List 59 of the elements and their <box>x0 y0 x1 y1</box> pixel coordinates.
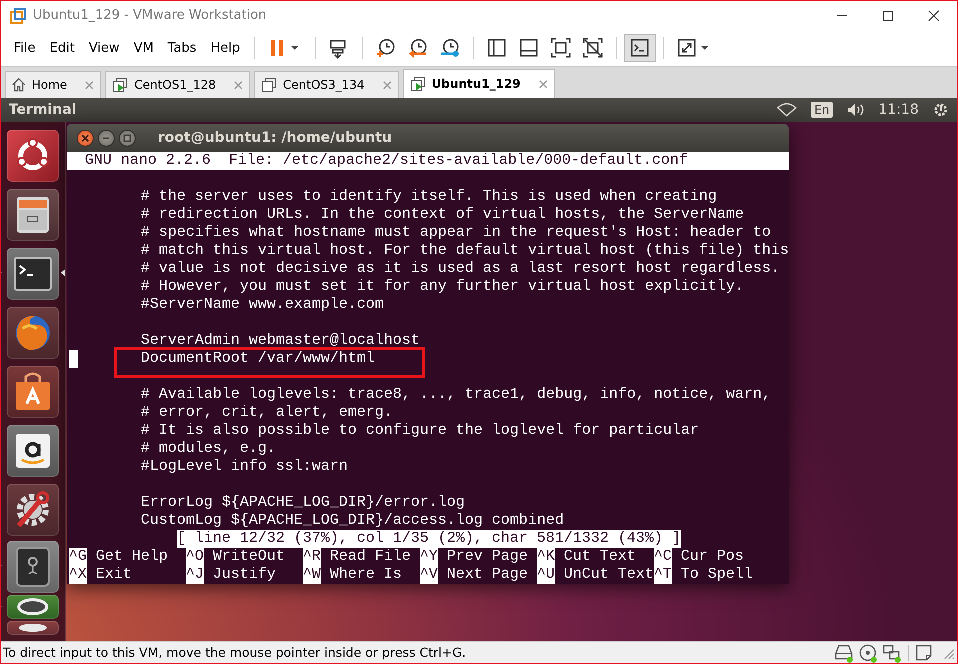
code-line: # redirection URLs. In the context of virtual hosts, the ServerName <box>141 206 744 224</box>
menu-item[interactable]: Edit <box>42 40 82 56</box>
shortcut-key: ^J <box>186 566 204 584</box>
window-title: Ubuntu1_129 - VMware Workstation <box>33 8 268 23</box>
shortcut-label: WriteOut <box>212 548 286 566</box>
code-line: # match this virtual host. For the default virtual host (this file) this <box>141 242 789 260</box>
code-line: ServerAdmin webmaster@localhost <box>141 332 420 350</box>
menu-item[interactable]: VM <box>126 40 161 56</box>
shortcut-key: ^Y <box>420 548 438 566</box>
shortcut-label: Cur Pos <box>680 548 744 566</box>
shortcut-key: ^X <box>69 566 88 584</box>
code-line: #ServerName www.example.com <box>141 296 384 314</box>
status-message: [ line 12/32 (37%), col 1/35 (2%), char 581/1332 (43%) ] <box>176 530 682 548</box>
editor-version: GNU nano 2.2.6 <box>85 152 212 170</box>
shortcut-key: ^V <box>420 566 438 584</box>
shortcut-label: Get Help <box>95 548 168 566</box>
shortcut-label: Justify <box>212 566 276 584</box>
shortcut-key: ^W <box>303 566 322 584</box>
shortcut-label: UnCut Text <box>563 566 654 584</box>
vm-tab[interactable]: Home <box>5 71 102 98</box>
shortcut-label: Next Page <box>446 566 528 584</box>
app-title: Terminal <box>9 102 78 118</box>
shortcut-label: Read File <box>329 548 412 566</box>
shortcut-key: ^O <box>186 548 204 566</box>
clock[interactable]: 11:18 <box>878 102 919 118</box>
menu-item[interactable]: View <box>82 40 127 56</box>
file-path: File: /etc/apache2/sites-available/000-default.conf <box>229 152 688 170</box>
code-line: # the server uses to identify itself. This is used when creating <box>141 188 718 206</box>
menu-item[interactable]: Help <box>204 40 248 56</box>
shortcut-label: Prev Page <box>446 548 528 566</box>
shortcut-label: Where Is <box>329 566 402 584</box>
code-line: # value is not decisive as it is used as a last resort host regardless. <box>141 260 780 278</box>
terminal-title: root@ubuntu1: /home/ubuntu <box>158 130 392 146</box>
shortcut-label: Cut Text <box>563 548 636 566</box>
vm-tab[interactable]: Ubuntu1_129 <box>402 69 555 98</box>
shortcut-label: Exit <box>95 566 132 584</box>
vm-tab[interactable]: CentOS1_128 <box>105 71 250 98</box>
shortcut-key: ^K <box>537 548 556 566</box>
code-line: ErrorLog ${APACHE_LOG_DIR}/error.log <box>141 494 466 512</box>
shortcut-key: ^G <box>69 548 88 566</box>
menu-item[interactable]: Tabs <box>160 40 204 56</box>
shortcut-label: To Spell <box>680 566 754 584</box>
code-line: # modules, e.g. <box>141 440 276 458</box>
code-line: # error, crit, alert, emerg. <box>141 404 394 422</box>
code-line: DocumentRoot /var/www/html <box>141 350 376 368</box>
code-line: # However, you must set it for any further virtual host explicitly. <box>141 278 744 296</box>
shortcut-key: ^R <box>303 548 322 566</box>
keyboard-layout-indicator[interactable]: En <box>811 102 833 118</box>
code-line: # It is also possible to configure the loglevel for particular <box>141 422 700 440</box>
status-message: To direct input to this VM, move the mouse pointer inside or press Ctrl+G. <box>3 645 468 660</box>
menu-item[interactable]: File <box>7 40 43 56</box>
vm-tab[interactable]: CentOS3_134 <box>254 71 399 98</box>
code-line: # specifies what hostname must appear in the request's Host: header to <box>141 224 772 242</box>
shortcut-key: ^T <box>654 566 672 584</box>
shortcut-key: ^U <box>537 566 556 584</box>
code-line: #LogLevel info ssl:warn <box>141 458 348 476</box>
code-line: CustomLog ${APACHE_LOG_DIR}/access.log combined <box>141 512 564 530</box>
shortcut-key: ^C <box>654 548 672 566</box>
code-line: # Available loglevels: trace8, ..., trace1, debug, info, notice, warn, <box>141 386 772 404</box>
